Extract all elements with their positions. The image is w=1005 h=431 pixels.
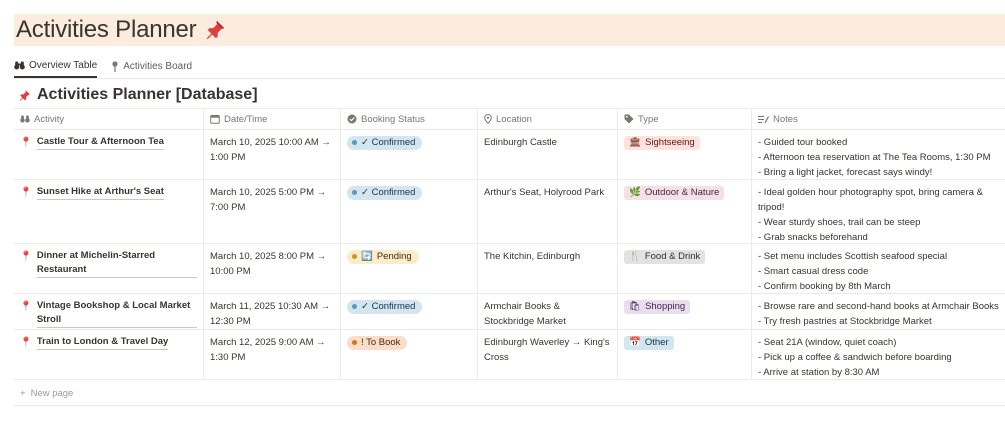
pushpin-icon [207,20,225,40]
calendar-icon [210,115,220,124]
tab-overview-table[interactable]: Overview Table [14,54,98,78]
column-label: Date/Time [224,113,268,125]
activity-cell[interactable]: 📍 Train to London & Travel Day [14,330,204,379]
tab-label: Overview Table [29,59,98,71]
view-tabs: Overview Table Activities Board [14,54,192,78]
tabs-divider [14,78,1005,79]
notes-cell[interactable]: - Guided tour booked - Afternoon tea res… [752,130,1005,179]
datetime-cell[interactable]: March 10, 2025 8:00 PM → 10:00 PM [204,244,341,293]
status-badge: ! To Book [347,335,408,350]
type-cell[interactable]: 🏛 Sightseeing [618,130,752,179]
activity-title[interactable]: Vintage Bookshop & Local Market Stroll [36,299,197,328]
type-tag: 🏛 Sightseeing [624,135,700,150]
type-cell[interactable]: 📅 Other [618,330,752,379]
type-tag: 🍴 Food & Drink [624,249,706,264]
database-title-text: Activities Planner [Database] [37,86,258,103]
plus-icon: + [20,388,26,399]
activity-cell[interactable]: 📍 Sunset Hike at Arthur's Seat [14,180,204,243]
notes-cell[interactable]: - Ideal golden hour photography spot, br… [752,180,1005,243]
location-cell[interactable]: Edinburgh Castle [478,130,618,179]
type-tag: 📅 Other [624,335,674,350]
location-cell[interactable]: Arthur's Seat, Holyrood Park [478,180,618,243]
activity-cell[interactable]: 📍 Dinner at Michelin-Starred Restaurant [14,244,204,293]
table-row[interactable]: 📍 Castle Tour & Afternoon Tea March 10, 2… [14,130,1005,180]
location-cell[interactable]: Armchair Books & Stockbridge Market [478,294,618,329]
column-header-location[interactable]: Location [478,109,618,129]
status-badge: 🔄 Pending [347,249,419,264]
column-label: Notes [773,113,798,125]
type-tag: 🌿 Outdoor & Nature [624,185,725,200]
activity-title[interactable]: Train to London & Travel Day [36,335,169,350]
status-badge: ✓ Confirmed [347,135,423,150]
calendar-icon: 📅 [629,337,641,348]
page-title-bar: Activities Planner [14,14,1005,46]
leaf-icon: 🌿 [629,187,641,198]
pin-icon [112,60,118,72]
table-row[interactable]: 📍 Sunset Hike at Arthur's Seat March 10, … [14,180,1005,244]
pin-icon: 📍 [20,137,32,148]
column-header-booking-status[interactable]: Booking Status [341,109,478,129]
new-page-label: New page [30,388,74,399]
database-table: Activity Date/Time Booking Status Locati… [14,108,1005,380]
type-cell[interactable]: 🌿 Outdoor & Nature [618,180,752,243]
notes-cell[interactable]: - Browse rare and second-hand books at A… [752,294,1005,329]
status-badge: ✓ Confirmed [347,299,423,314]
status-cell[interactable]: ✓ Confirmed [341,130,478,179]
notes-cell[interactable]: - Seat 21A (window, quiet coach) - Pick … [752,330,1005,379]
shopping-bags-icon: 🛍 [629,301,642,312]
notes-cell[interactable]: - Set menu includes Scottish seafood spe… [752,244,1005,293]
activity-title[interactable]: Castle Tour & Afternoon Tea [36,135,164,150]
pin-icon: 📍 [20,337,32,348]
type-tag: 🛍 Shopping [624,299,691,314]
column-header-type[interactable]: Type [618,109,752,129]
pin-icon: 📍 [20,187,32,198]
new-page-button[interactable]: + New page [20,388,73,399]
sightseeing-icon: 🏛 [629,137,642,148]
binoculars-icon [20,115,30,123]
location-cell[interactable]: Edinburgh Waverley → King's Cross [478,330,618,379]
pushpin-icon [19,89,30,101]
activity-cell[interactable]: 📍 Vintage Bookshop & Local Market Stroll [14,294,204,329]
pin-icon: 📍 [20,301,32,312]
status-cell[interactable]: ✓ Confirmed [341,294,478,329]
datetime-cell[interactable]: March 11, 2025 10:30 AM → 12:30 PM [204,294,341,329]
table-row[interactable]: 📍 Train to London & Travel Day March 12, … [14,330,1005,380]
type-cell[interactable]: 🛍 Shopping [618,294,752,329]
location-cell[interactable]: The Kitchin, Edinburgh [478,244,618,293]
utensils-icon: 🍴 [629,251,641,262]
activity-title[interactable]: Sunset Hike at Arthur's Seat [36,185,164,200]
tab-activities-board[interactable]: Activities Board [111,54,192,78]
datetime-cell[interactable]: March 10, 2025 10:00 AM → 1:00 PM [204,130,341,179]
status-cell[interactable]: 🔄 Pending [341,244,478,293]
table-bottom-divider [14,405,1005,406]
pending-icon: 🔄 [361,251,373,262]
table-header-row: Activity Date/Time Booking Status Locati… [14,108,1005,130]
page-title: Activities Planner [16,16,197,43]
activity-title[interactable]: Dinner at Michelin-Starred Restaurant [36,249,197,278]
location-pin-icon [484,114,492,124]
tag-icon [624,114,634,124]
datetime-cell[interactable]: March 10, 2025 5:00 PM → 7:00 PM [204,180,341,243]
text-lines-icon [758,115,769,123]
status-badge: ✓ Confirmed [347,185,423,200]
status-check-icon [347,114,357,124]
tab-label: Activities Board [123,60,193,72]
pin-icon: 📍 [20,251,32,262]
type-cell[interactable]: 🍴 Food & Drink [618,244,752,293]
column-label: Booking Status [361,113,425,125]
status-cell[interactable]: ! To Book [341,330,478,379]
column-header-datetime[interactable]: Date/Time [204,109,341,129]
column-label: Location [496,113,532,125]
database-title[interactable]: Activities Planner [Database] [18,86,258,104]
column-header-activity[interactable]: Activity [14,109,204,129]
status-cell[interactable]: ✓ Confirmed [341,180,478,243]
table-row[interactable]: 📍 Dinner at Michelin-Starred Restaurant M… [14,244,1005,294]
table-row[interactable]: 📍 Vintage Bookshop & Local Market Stroll … [14,294,1005,330]
activity-cell[interactable]: 📍 Castle Tour & Afternoon Tea [14,130,204,179]
column-header-notes[interactable]: Notes [752,109,1005,129]
binoculars-icon [14,61,25,69]
column-label: Activity [34,113,65,125]
datetime-cell[interactable]: March 12, 2025 9:00 AM → 1:30 PM [204,330,341,379]
column-label: Type [638,113,659,125]
